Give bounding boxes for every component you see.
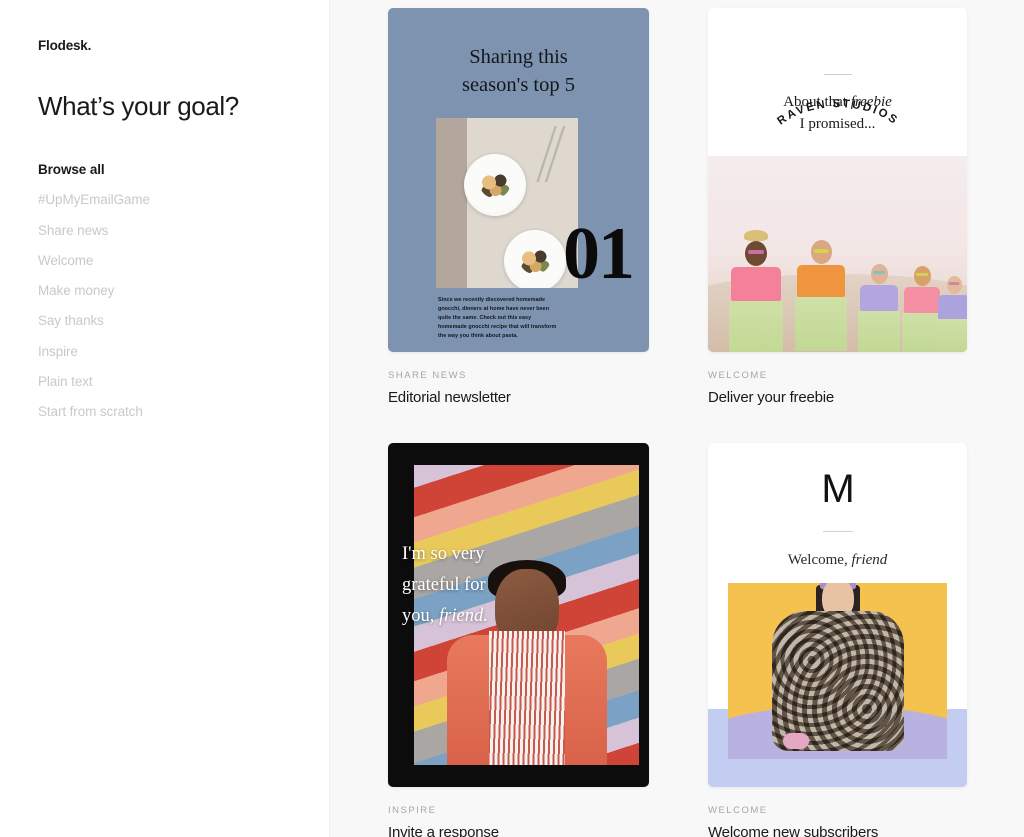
skirt [937, 319, 967, 352]
divider [822, 531, 853, 532]
template-grid-area: Sharing this season's top 5 01 Since we … [330, 0, 1024, 837]
figure [934, 276, 967, 352]
skirt [729, 301, 783, 352]
template-grid: Sharing this season's top 5 01 Since we … [388, 8, 968, 837]
card-title: Editorial newsletter [388, 389, 511, 406]
preview-body-text: Since we recently discovered homemade gn… [438, 297, 557, 340]
template-preview-editorial-newsletter[interactable]: Sharing this season's top 5 01 Since we … [388, 8, 649, 352]
card-title: Invite a response [388, 824, 499, 837]
sidebar-item-plain-text[interactable]: Plain text [38, 367, 329, 397]
logo-text: RAVEN STUDIOS [775, 98, 898, 127]
monogram-logo: M [821, 467, 854, 511]
preview-headline: Sharing this season's top 5 [388, 8, 649, 99]
skirt [858, 311, 900, 352]
head [810, 240, 832, 264]
head [946, 276, 962, 294]
sidebar-item-inspire[interactable]: Inspire [38, 337, 329, 367]
preview-subheadline: Welcome, friend [708, 552, 967, 569]
template-preview-deliver-your-freebie[interactable]: RAVEN STUDIOS About that freebie I promi… [708, 8, 967, 352]
food-photo [436, 118, 578, 288]
card-title: Welcome new subscribers [708, 824, 879, 837]
sub-italic: friend [851, 552, 888, 568]
model-photo [728, 583, 947, 759]
quote-italic: friend. [439, 606, 488, 626]
card-title: Deliver your freebie [708, 389, 835, 406]
page-title: What’s your goal? [38, 91, 239, 121]
top [797, 265, 845, 297]
divider [823, 74, 852, 75]
model-figure [763, 583, 913, 751]
template-card-editorial-newsletter[interactable]: Sharing this season's top 5 01 Since we … [388, 8, 649, 406]
sidebar-item-share-news[interactable]: Share news [38, 216, 329, 246]
raven-studios-logo: RAVEN STUDIOS [708, 96, 967, 136]
preview-headline-line2: season's top 5 [461, 74, 576, 96]
bowl-image [504, 230, 566, 288]
goal-filter-nav: Browse all #UpMyEmailGame Share news Wel… [38, 155, 329, 428]
card-category: INSPIRE [388, 805, 437, 816]
sidebar-item-make-money[interactable]: Make money [38, 276, 329, 306]
figure [854, 264, 904, 352]
preview-quote: I'm so very grateful for you, friend. [402, 539, 562, 632]
sidebar-item-upmyemailgame[interactable]: #UpMyEmailGame [38, 185, 329, 215]
head [913, 266, 931, 286]
cutlery-icon [528, 126, 570, 182]
sidebar: Flodesk. What’s your goal? Browse all #U… [0, 0, 330, 837]
preview-number: 01 [563, 213, 635, 295]
card-category: SHARE NEWS [388, 370, 467, 381]
sidebar-item-start-from-scratch[interactable]: Start from scratch [38, 397, 329, 427]
figure [724, 230, 788, 352]
template-preview-welcome-new-subscribers[interactable]: M Welcome, friend [708, 443, 967, 787]
top [860, 285, 898, 311]
top [938, 295, 967, 319]
sunglasses-icon [748, 250, 764, 254]
top [731, 267, 781, 301]
svg-text:RAVEN STUDIOS: RAVEN STUDIOS [775, 98, 900, 127]
head [870, 264, 888, 284]
skirt [795, 297, 847, 351]
sub-plain: Welcome, [787, 552, 852, 568]
striped-shirt [488, 631, 565, 765]
quote-plain: you, [402, 606, 439, 626]
patterned-dress [771, 611, 904, 751]
brand-logo[interactable]: Flodesk. [38, 38, 329, 53]
sidebar-item-say-thanks[interactable]: Say thanks [38, 306, 329, 336]
card-category: WELCOME [708, 805, 768, 816]
card-category: WELCOME [708, 370, 768, 381]
sidebar-item-browse-all[interactable]: Browse all [38, 155, 329, 185]
quote-line1: I'm so very [402, 544, 485, 564]
template-card-welcome-new-subscribers[interactable]: M Welcome, friend WELCOME Welcome new su… [708, 443, 967, 837]
hat [744, 230, 768, 241]
group-photo [708, 156, 967, 352]
sock [782, 733, 809, 749]
template-gallery-page: Flodesk. What’s your goal? Browse all #U… [0, 0, 1024, 837]
template-card-invite-a-response[interactable]: I'm so very grateful for you, friend. IN… [388, 443, 649, 837]
preview-headline-line1: Sharing this [469, 46, 568, 68]
figure [790, 240, 852, 352]
quote-line3: you, friend. [402, 601, 562, 632]
sidebar-item-welcome[interactable]: Welcome [38, 246, 329, 276]
template-card-deliver-your-freebie[interactable]: RAVEN STUDIOS About that freebie I promi… [708, 8, 967, 406]
sunglasses-icon [813, 249, 829, 253]
sunglasses-icon [948, 282, 960, 285]
sunglasses-icon [916, 273, 928, 276]
head [745, 241, 767, 266]
quote-line2: grateful for [402, 575, 486, 595]
bowl-image [464, 154, 526, 216]
template-preview-invite-a-response[interactable]: I'm so very grateful for you, friend. [388, 443, 649, 787]
sunglasses-icon [873, 271, 885, 274]
